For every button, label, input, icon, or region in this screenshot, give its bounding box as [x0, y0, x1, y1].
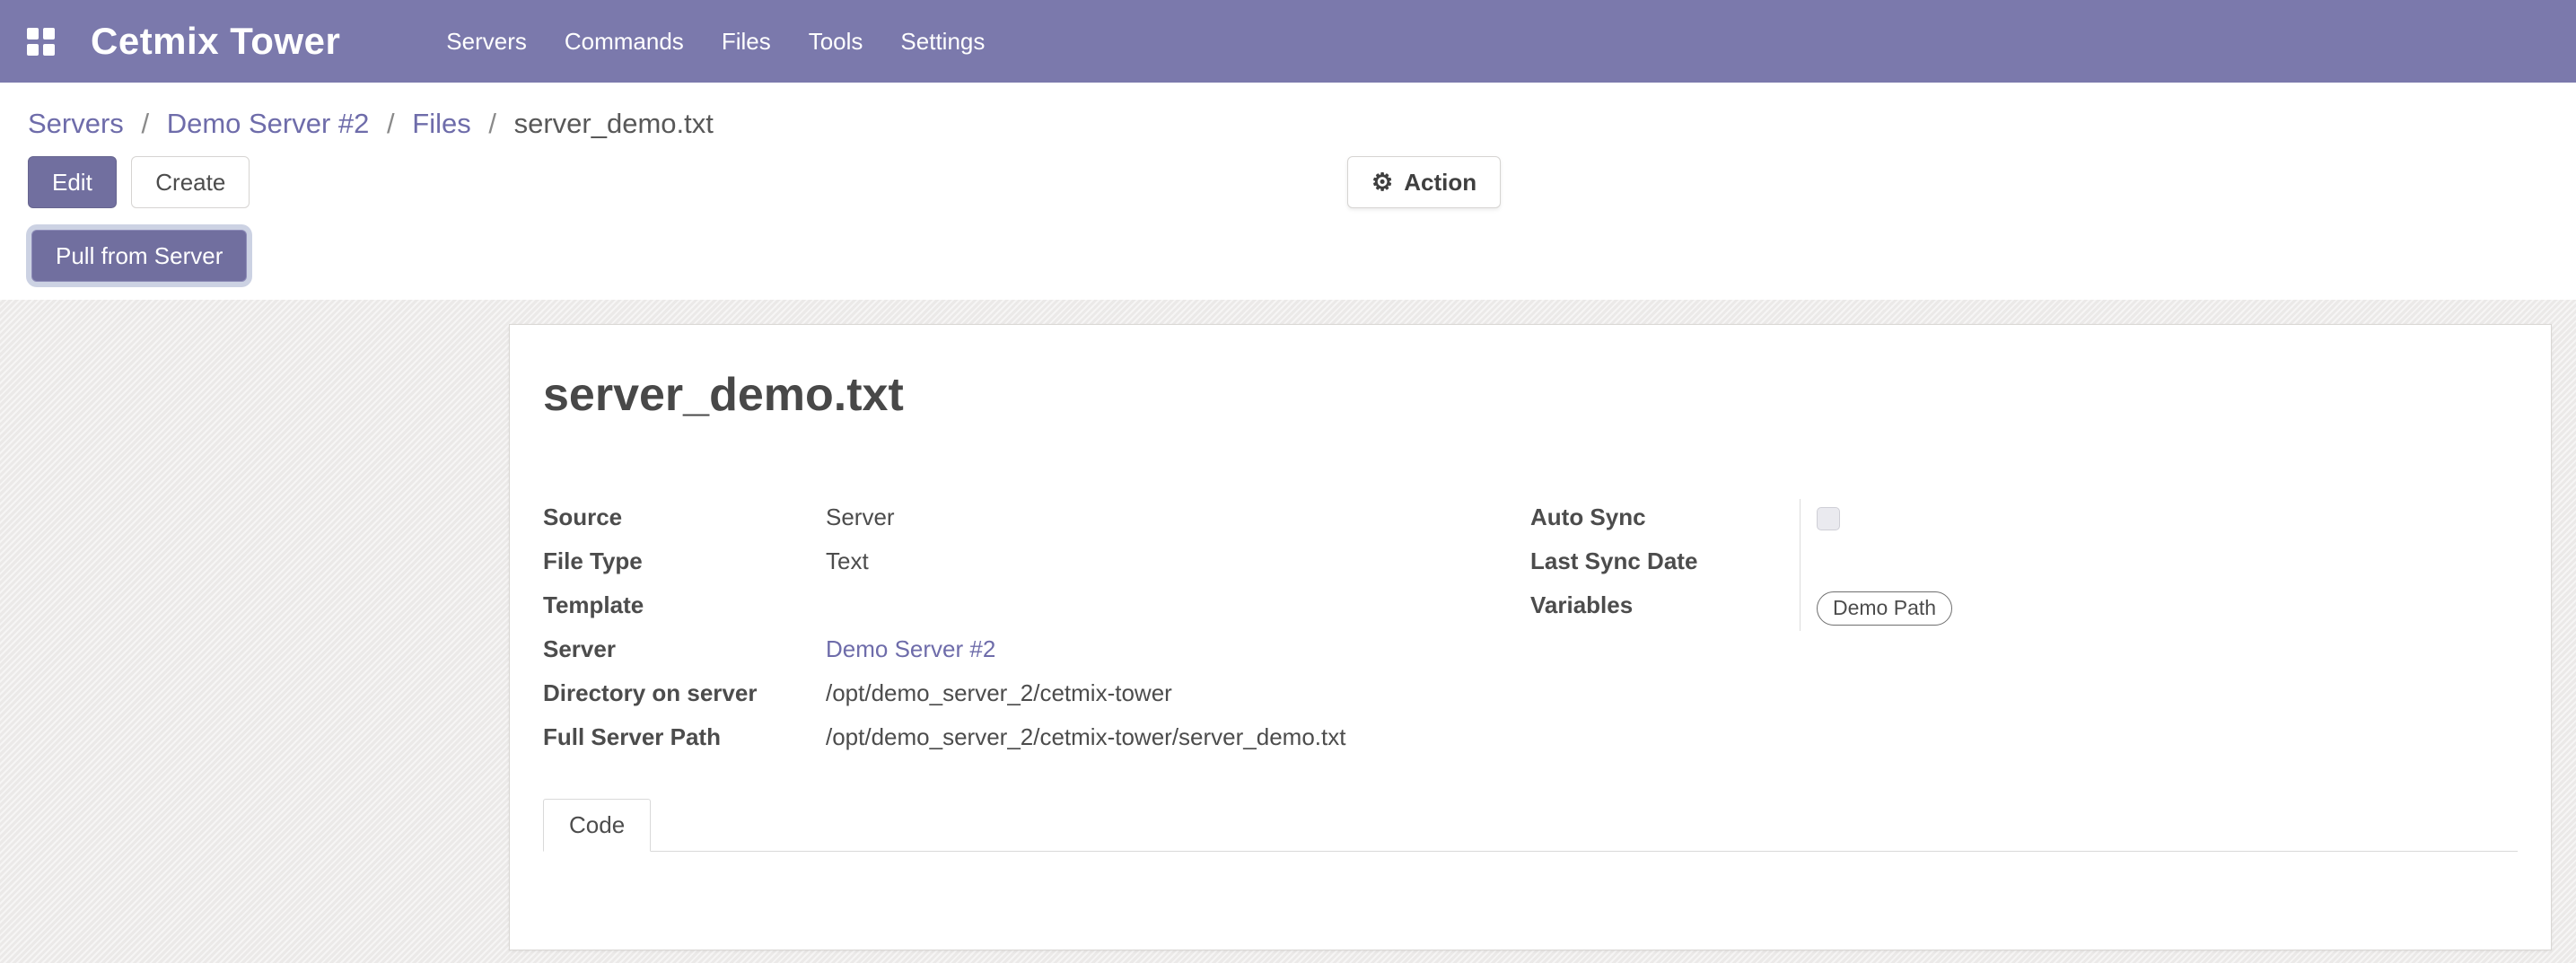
variable-tag-demo-path: Demo Path — [1817, 591, 1952, 626]
breadcrumb-demo-server[interactable]: Demo Server #2 — [167, 108, 370, 139]
field-label-template: Template — [543, 587, 826, 619]
field-group-left: Source Server File Type Text Template Se… — [543, 499, 1530, 763]
field-label-source: Source — [543, 499, 826, 531]
apps-icon-dot — [43, 28, 55, 39]
nav-item-files[interactable]: Files — [722, 28, 771, 56]
nav-item-settings[interactable]: Settings — [900, 28, 985, 56]
field-row-variables: Variables Demo Path — [1530, 587, 2518, 631]
field-value-directory: /opt/demo_server_2/cetmix-tower — [826, 675, 1530, 707]
field-row-template: Template — [543, 587, 1530, 631]
tab-header: Code — [543, 799, 2518, 852]
field-row-server: Server Demo Server #2 — [543, 631, 1530, 675]
apps-icon-dot — [27, 44, 39, 56]
control-panel: Servers / Demo Server #2 / Files / serve… — [0, 83, 2576, 300]
field-value-file-type: Text — [826, 543, 1530, 575]
field-row-auto-sync: Auto Sync — [1530, 499, 2518, 543]
field-group-right: Auto Sync Last Sync Date Variables Demo … — [1530, 499, 2518, 763]
field-groups: Source Server File Type Text Template Se… — [543, 499, 2518, 763]
gear-icon: ⚙ — [1371, 171, 1393, 195]
field-value-variables: Demo Path — [1800, 587, 2518, 631]
field-label-file-type: File Type — [543, 543, 826, 575]
field-value-server-link[interactable]: Demo Server #2 — [826, 631, 1530, 663]
field-row-last-sync-date: Last Sync Date — [1530, 543, 2518, 587]
create-button[interactable]: Create — [131, 156, 250, 208]
nav-item-commands[interactable]: Commands — [565, 28, 684, 56]
field-label-server: Server — [543, 631, 826, 663]
breadcrumb-separator: / — [488, 108, 496, 139]
field-row-directory: Directory on server /opt/demo_server_2/c… — [543, 675, 1530, 719]
field-value-template — [826, 587, 1530, 591]
field-label-last-sync-date: Last Sync Date — [1530, 543, 1800, 575]
breadcrumb-files[interactable]: Files — [412, 108, 470, 139]
top-navbar: Cetmix Tower Servers Commands Files Tool… — [0, 0, 2576, 83]
field-value-last-sync-date — [1800, 543, 2518, 587]
form-view-background: server_demo.txt Source Server File Type … — [0, 300, 2576, 963]
breadcrumb: Servers / Demo Server #2 / Files / serve… — [28, 106, 2576, 142]
form-sheet: server_demo.txt Source Server File Type … — [509, 324, 2552, 950]
field-row-file-type: File Type Text — [543, 543, 1530, 587]
field-value-auto-sync — [1800, 499, 2518, 543]
tab-code[interactable]: Code — [543, 799, 651, 852]
field-label-full-path: Full Server Path — [543, 719, 826, 751]
app-brand[interactable]: Cetmix Tower — [91, 20, 340, 63]
apps-menu-icon[interactable] — [27, 28, 55, 56]
notebook: Code — [543, 799, 2518, 941]
apps-icon-dot — [43, 44, 55, 56]
edit-button[interactable]: Edit — [28, 156, 117, 208]
breadcrumb-separator: / — [141, 108, 149, 139]
field-row-full-path: Full Server Path /opt/demo_server_2/cetm… — [543, 719, 1530, 763]
field-label-variables: Variables — [1530, 587, 1800, 619]
nav-item-servers[interactable]: Servers — [446, 28, 527, 56]
auto-sync-checkbox[interactable] — [1817, 507, 1840, 530]
main-menu: Servers Commands Files Tools Settings — [446, 28, 985, 56]
field-row-source: Source Server — [543, 499, 1530, 543]
field-label-auto-sync: Auto Sync — [1530, 499, 1800, 531]
field-label-directory: Directory on server — [543, 675, 826, 707]
breadcrumb-separator: / — [387, 108, 395, 139]
apps-icon-dot — [27, 28, 39, 39]
action-button-label: Action — [1404, 169, 1476, 197]
toolbar: Edit Create ⚙ Action — [28, 156, 2576, 208]
nav-item-tools[interactable]: Tools — [809, 28, 863, 56]
breadcrumb-current: server_demo.txt — [514, 108, 714, 139]
object-buttons-row: Pull from Server — [28, 230, 2576, 282]
tab-code-content — [543, 852, 2518, 941]
field-value-source: Server — [826, 499, 1530, 531]
page-title: server_demo.txt — [543, 368, 2518, 422]
breadcrumb-servers[interactable]: Servers — [28, 108, 124, 139]
field-value-full-path: /opt/demo_server_2/cetmix-tower/server_d… — [826, 719, 1530, 751]
pull-from-server-button[interactable]: Pull from Server — [31, 230, 247, 282]
action-button[interactable]: ⚙ Action — [1347, 156, 1501, 208]
